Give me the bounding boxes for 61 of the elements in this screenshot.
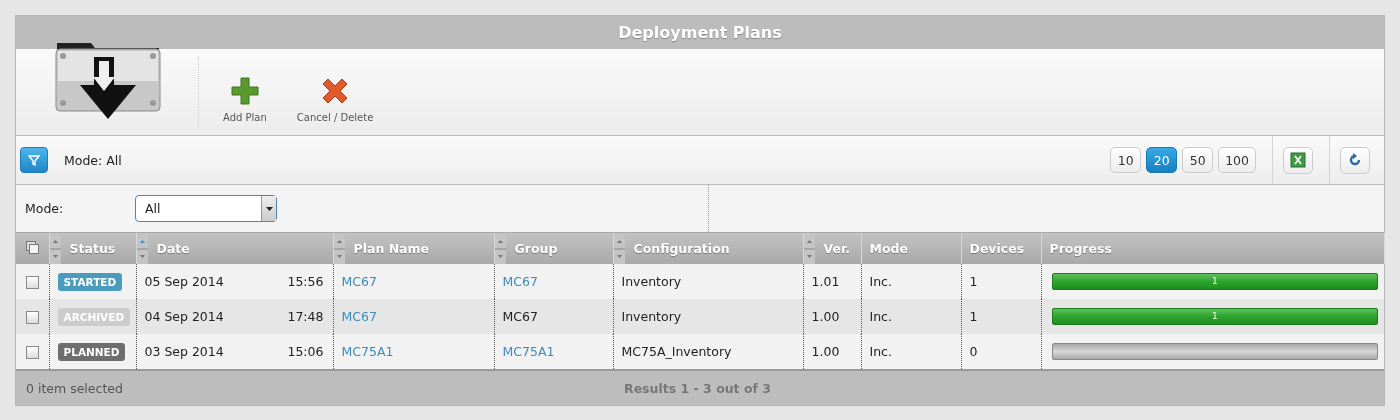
progress-label: 1: [1211, 311, 1218, 322]
refresh-icon: [1348, 153, 1362, 167]
column-header[interactable]: Status: [49, 233, 136, 264]
plus-icon: [229, 75, 260, 106]
table-cell: MC67: [502, 309, 538, 324]
filter-icon: [28, 154, 40, 166]
table-cell: Inventory: [621, 309, 682, 324]
table-cell: Inc.: [869, 344, 892, 359]
select-all-icon[interactable]: [25, 240, 39, 254]
status-badge: PLANNED: [57, 342, 126, 361]
table-cell: 0: [969, 344, 978, 359]
selection-count: 0 item selected: [26, 380, 123, 396]
table-cell: 17:48: [287, 309, 324, 324]
filter-button[interactable]: [20, 147, 48, 173]
column-header[interactable]: Plan Name: [333, 233, 494, 264]
column-header[interactable]: Date: [136, 233, 333, 264]
table-cell: 05 Sep 2014: [144, 274, 224, 289]
column-header[interactable]: Group: [494, 233, 613, 264]
row-checkbox[interactable]: [25, 276, 39, 289]
table-cell: 04 Sep 2014: [144, 309, 224, 324]
column-header[interactable]: Mode: [861, 233, 961, 264]
refresh-button[interactable]: [1340, 146, 1370, 174]
results-count: Results 1 - 3 out of 3: [624, 380, 772, 396]
filter-summary: Mode: All: [64, 152, 122, 168]
group-link[interactable]: MC67: [502, 274, 538, 289]
row-checkbox[interactable]: [25, 346, 39, 359]
table-cell: 1: [969, 274, 978, 289]
page-size-button[interactable]: 100: [1218, 147, 1256, 173]
table-cell: 1.01: [811, 274, 840, 289]
table-cell: Inventory: [621, 274, 682, 289]
window-title: Deployment Plans: [618, 23, 782, 42]
delete-button[interactable]: Cancel / Delete: [290, 75, 380, 123]
spreadsheet-icon: [1290, 152, 1306, 168]
status-badge: STARTED: [57, 272, 123, 291]
caret-icon: [265, 206, 273, 211]
table-cell: 1.00: [811, 344, 840, 359]
add-plan-button[interactable]: Add Plan: [217, 75, 273, 123]
table-cell: 1: [969, 309, 978, 324]
table-cell: 15:06: [287, 344, 324, 359]
group-link[interactable]: MC75A1: [502, 344, 555, 359]
mode-label: Mode:: [25, 201, 65, 216]
table-cell: MC75A_Inventory: [621, 344, 732, 359]
plan-name-link[interactable]: MC67: [341, 309, 377, 324]
mode-dropdown[interactable]: All: [135, 195, 277, 222]
table-cell: 1.00: [811, 309, 840, 324]
column-header[interactable]: Progress: [1041, 233, 1384, 264]
column-header[interactable]: Configuration: [613, 233, 803, 264]
plan-name-link[interactable]: MC75A1: [341, 344, 394, 359]
plan-name-link[interactable]: MC67: [341, 274, 377, 289]
column-header[interactable]: Devices: [961, 233, 1041, 264]
page-size-button[interactable]: 20: [1146, 147, 1178, 173]
table-cell: 15:56: [287, 274, 324, 289]
column-header[interactable]: Ver.: [803, 233, 861, 264]
table-cell: 03 Sep 2014: [144, 344, 224, 359]
table-cell: Inc.: [869, 309, 892, 324]
row-checkbox[interactable]: [25, 311, 39, 324]
page-size-button[interactable]: 50: [1182, 147, 1214, 173]
page-size-button[interactable]: 10: [1110, 147, 1142, 173]
excel-export-button[interactable]: [1283, 146, 1313, 174]
table-cell: Inc.: [869, 274, 892, 289]
progress-label: 1: [1211, 276, 1218, 287]
